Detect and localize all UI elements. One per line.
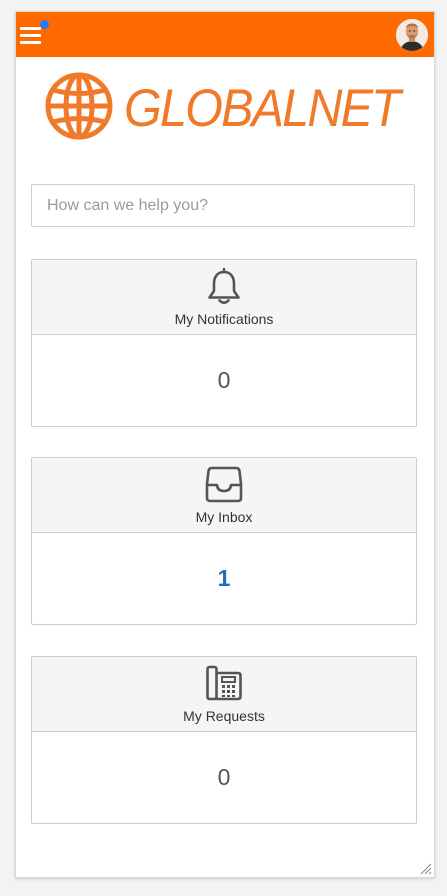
logo-text: GLOBALNET: [124, 79, 404, 138]
top-bar: [16, 12, 434, 57]
phone-icon: [206, 665, 242, 701]
avatar-icon: [396, 19, 428, 51]
notification-dot: [40, 20, 49, 29]
card-header: My Inbox: [32, 458, 416, 533]
card-header: My Notifications: [32, 260, 416, 335]
search-input[interactable]: [31, 184, 415, 227]
globe-icon: [45, 72, 113, 140]
bell-icon: [208, 267, 240, 305]
inbox-icon: [205, 466, 243, 503]
card-title: My Inbox: [195, 509, 253, 525]
brand-logo: GLOBALNET: [44, 70, 406, 144]
requests-count: 0: [217, 764, 231, 790]
resize-grip-icon[interactable]: [420, 863, 432, 875]
requests-card[interactable]: My Requests 0: [31, 656, 417, 824]
user-avatar[interactable]: [396, 19, 428, 51]
card-title: My Requests: [183, 708, 265, 724]
app-window: GLOBALNET My Notifications 0 My Inbox 1: [15, 11, 435, 878]
inbox-count: 1: [217, 565, 231, 591]
logo-graphic: GLOBALNET: [45, 72, 406, 140]
card-header: My Requests: [32, 657, 416, 732]
card-title: My Notifications: [174, 311, 274, 327]
notifications-count: 0: [217, 367, 231, 393]
notifications-card[interactable]: My Notifications 0: [31, 259, 417, 427]
inbox-card[interactable]: My Inbox 1: [31, 457, 417, 625]
